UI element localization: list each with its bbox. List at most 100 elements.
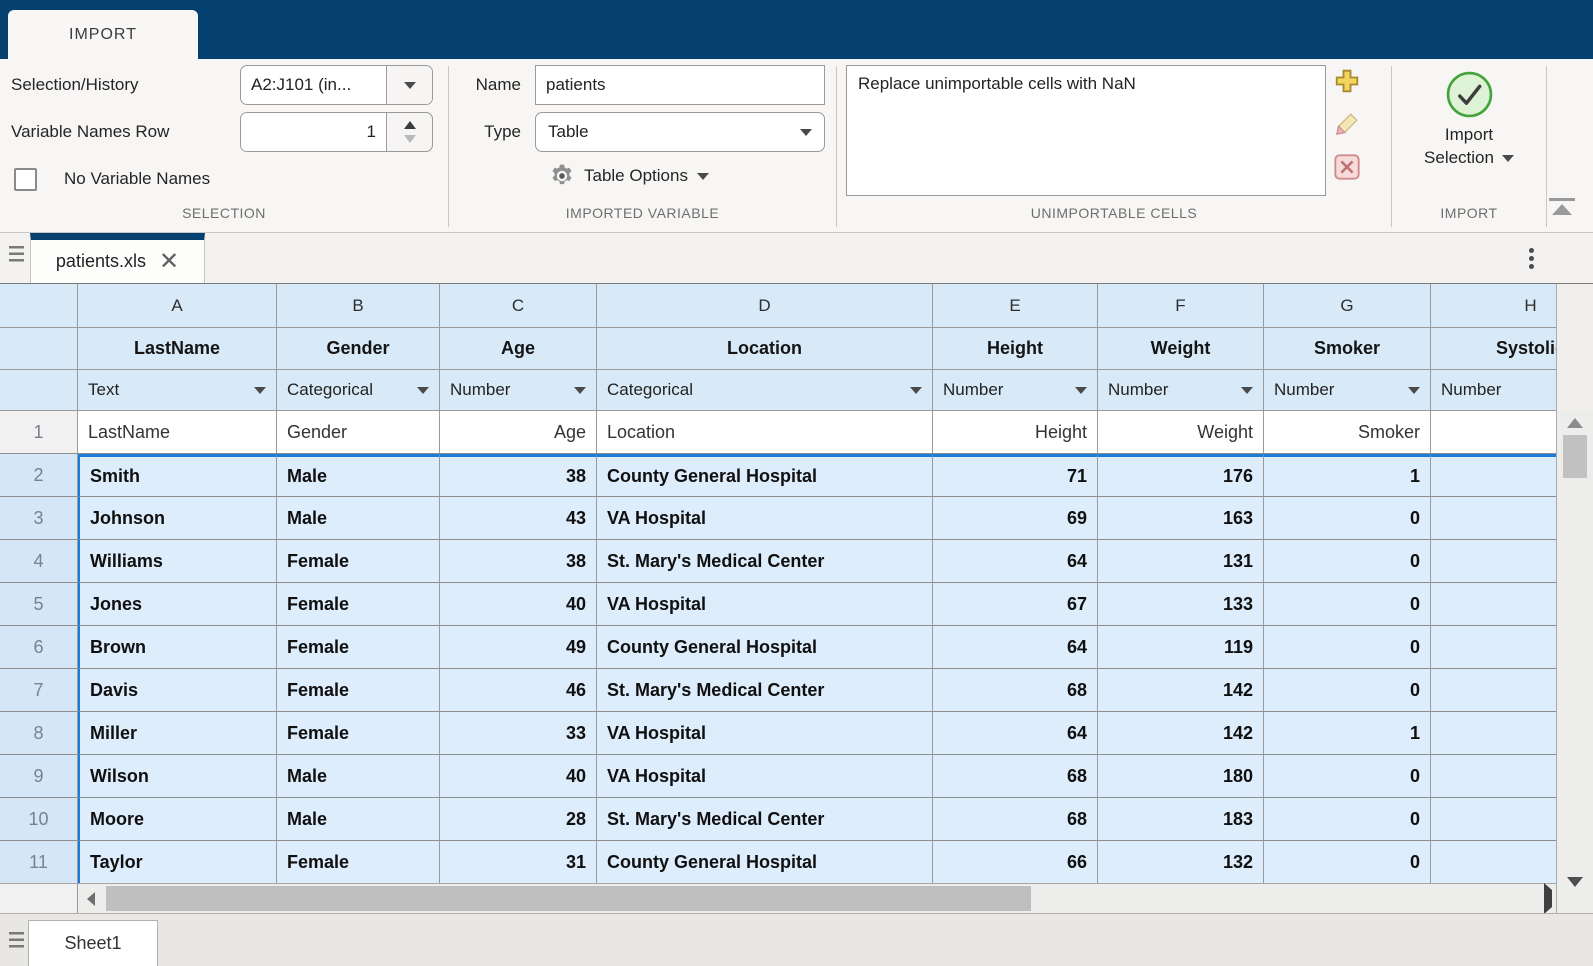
grid-cell-C1[interactable]: Age [440,411,597,454]
tab-sheet1[interactable]: Sheet1 [28,920,158,966]
grid-cell-D2[interactable]: County General Hospital [597,454,933,497]
row-header-5[interactable]: 5 [0,583,78,626]
column-header-B[interactable]: B [277,284,440,328]
grid-cell-E1[interactable]: Height [933,411,1098,454]
grid-cell-G11[interactable]: 0 [1264,841,1431,883]
selection-history-dropdown-button[interactable] [386,66,432,104]
grid-cell-H3[interactable] [1431,497,1556,540]
column-header-E[interactable]: E [933,284,1098,328]
row-header-2[interactable]: 2 [0,454,78,497]
grid-cell-H5[interactable] [1431,583,1556,626]
grid-cell-E9[interactable]: 68 [933,755,1098,798]
grid-cell-D8[interactable]: VA Hospital [597,712,933,755]
scroll-right-icon[interactable] [1544,890,1552,908]
variable-name-Smoker[interactable]: Smoker [1264,328,1431,370]
import-selection-button[interactable]: Import Selection [1392,59,1546,205]
tab-import[interactable]: IMPORT [8,10,198,59]
grid-cell-D9[interactable]: VA Hospital [597,755,933,798]
grid-cell-C3[interactable]: 43 [440,497,597,540]
grid-cell-F10[interactable]: 183 [1098,798,1264,841]
row-header-6[interactable]: 6 [0,626,78,669]
scroll-left-icon[interactable] [78,892,104,906]
grid-cell-A6[interactable]: Brown [78,626,277,669]
variable-names-row-spinner[interactable]: 1 [240,112,433,152]
grid-cell-G10[interactable]: 0 [1264,798,1431,841]
grid-cell-C7[interactable]: 46 [440,669,597,712]
grid-cell-D5[interactable]: VA Hospital [597,583,933,626]
variable-name-Gender[interactable]: Gender [277,328,440,370]
grid-cell-B3[interactable]: Male [277,497,440,540]
grid-cell-B8[interactable]: Female [277,712,440,755]
grid-cell-H1[interactable] [1431,411,1556,454]
row-header-4[interactable]: 4 [0,540,78,583]
row-header-9[interactable]: 9 [0,755,78,798]
grid-cell-C11[interactable]: 31 [440,841,597,883]
horizontal-scrollbar-thumb[interactable] [106,886,1031,911]
grid-cell-H10[interactable] [1431,798,1556,841]
row-header-3[interactable]: 3 [0,497,78,540]
grid-cell-C8[interactable]: 33 [440,712,597,755]
grid-cell-C2[interactable]: 38 [440,454,597,497]
column-type-dropdown-A[interactable]: Text [78,370,277,411]
grid-cell-D6[interactable]: County General Hospital [597,626,933,669]
vertical-scrollbar[interactable] [1556,283,1593,913]
grid-cell-A10[interactable]: Moore [78,798,277,841]
column-type-dropdown-F[interactable]: Number [1098,370,1264,411]
column-type-dropdown-D[interactable]: Categorical [597,370,933,411]
rule-item[interactable]: Replace unimportable cells with NaN [847,71,1325,97]
grid-cell-B1[interactable]: Gender [277,411,440,454]
variable-name-Age[interactable]: Age [440,328,597,370]
variable-name-Weight[interactable]: Weight [1098,328,1264,370]
grid-cell-C5[interactable]: 40 [440,583,597,626]
grid-cell-D3[interactable]: VA Hospital [597,497,933,540]
grid-cell-D1[interactable]: Location [597,411,933,454]
grid-cell-E11[interactable]: 66 [933,841,1098,883]
column-type-dropdown-B[interactable]: Categorical [277,370,440,411]
variable-name-LastName[interactable]: LastName [78,328,277,370]
grid-cell-C9[interactable]: 40 [440,755,597,798]
horizontal-scrollbar-track[interactable] [78,883,1556,913]
column-header-A[interactable]: A [78,284,277,328]
grid-cell-F3[interactable]: 163 [1098,497,1264,540]
grid-cell-H2[interactable] [1431,454,1556,497]
variable-name-input[interactable] [535,65,825,105]
grid-cell-H4[interactable] [1431,540,1556,583]
grid-cell-D4[interactable]: St. Mary's Medical Center [597,540,933,583]
close-icon[interactable]: ✕ [159,252,179,272]
column-type-dropdown-E[interactable]: Number [933,370,1098,411]
column-header-C[interactable]: C [440,284,597,328]
grid-cell-G5[interactable]: 0 [1264,583,1431,626]
grid-cell-A2[interactable]: Smith [78,454,277,497]
tab-patients-xls[interactable]: patients.xls ✕ [30,233,205,283]
column-type-dropdown-H[interactable]: Number [1431,370,1556,411]
grid-cell-G7[interactable]: 0 [1264,669,1431,712]
grid-cell-E8[interactable]: 64 [933,712,1098,755]
grid-cell-F9[interactable]: 180 [1098,755,1264,798]
column-header-F[interactable]: F [1098,284,1264,328]
overflow-menu-icon[interactable] [1529,248,1534,253]
grid-cell-E4[interactable]: 64 [933,540,1098,583]
grid-cell-B10[interactable]: Male [277,798,440,841]
grid-cell-G2[interactable]: 1 [1264,454,1431,497]
grid-cell-A11[interactable]: Taylor [78,841,277,883]
tab-list-menu-icon[interactable] [9,246,24,263]
selection-history-dropdown[interactable]: A2:J101 (in... [240,65,433,105]
grid-cell-C6[interactable]: 49 [440,626,597,669]
spinner-down-icon[interactable] [404,135,416,143]
vertical-scrollbar-track[interactable] [1556,410,1593,913]
grid-cell-A9[interactable]: Wilson [78,755,277,798]
grid-cell-G1[interactable]: Smoker [1264,411,1431,454]
scroll-down-icon[interactable] [1567,877,1583,887]
type-dropdown[interactable]: Table [535,112,825,152]
grid-cell-C4[interactable]: 38 [440,540,597,583]
vertical-scrollbar-thumb[interactable] [1563,435,1587,478]
grid-cell-D11[interactable]: County General Hospital [597,841,933,883]
grid-cell-E6[interactable]: 64 [933,626,1098,669]
grid-cell-F2[interactable]: 176 [1098,454,1264,497]
grid-cell-B11[interactable]: Female [277,841,440,883]
row-header-10[interactable]: 10 [0,798,78,841]
grid-cell-A8[interactable]: Miller [78,712,277,755]
pencil-icon[interactable] [1333,110,1361,138]
sheet-list-menu-icon[interactable] [9,932,24,949]
variable-name-Height[interactable]: Height [933,328,1098,370]
